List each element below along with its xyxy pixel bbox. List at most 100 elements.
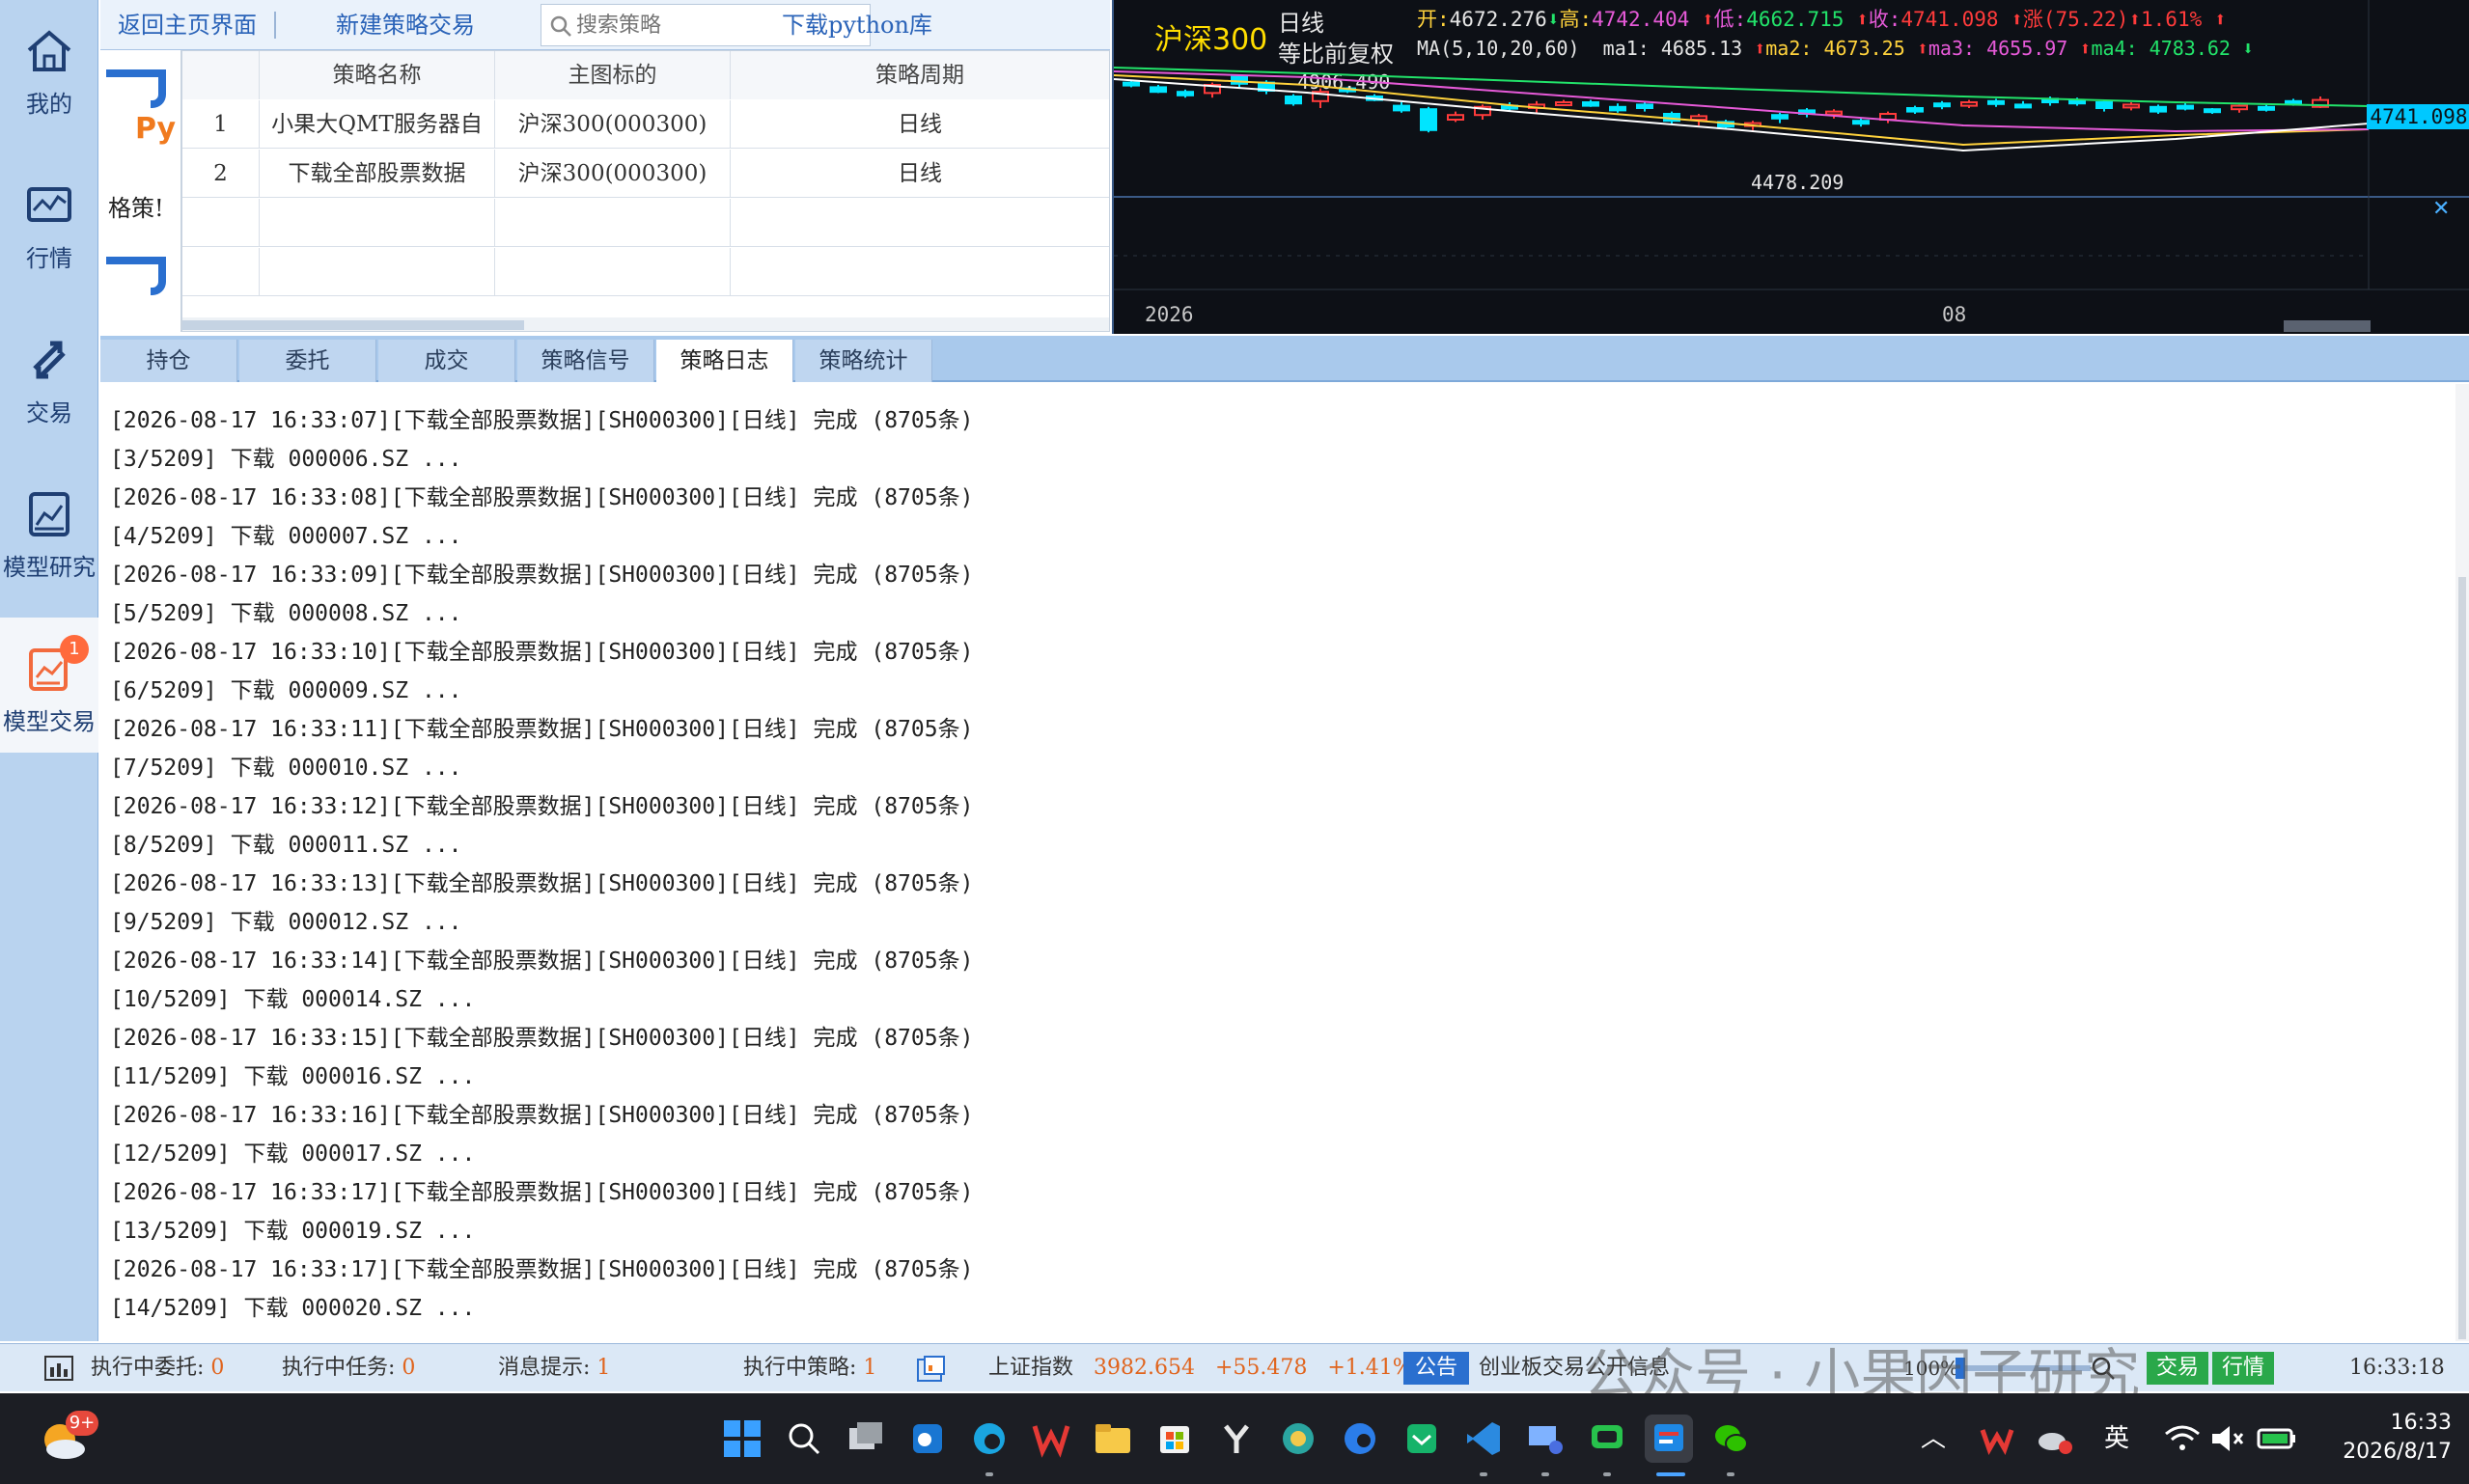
tab-positions[interactable]: 持仓	[100, 340, 237, 382]
table-row[interactable]: 2 下载全部股票数据 沪深300(000300) 日线	[182, 150, 1109, 198]
wps-icon[interactable]	[1027, 1415, 1075, 1463]
tab-strategy-stats[interactable]: 策略统计	[795, 340, 932, 382]
log-line: [2026-08-17 16:33:17][下载全部股票数据][SH000300…	[110, 1257, 974, 1282]
chart-adjust-mode[interactable]: 等比前复权	[1278, 35, 1394, 69]
candle-body	[1582, 101, 1599, 107]
tray-wps-icon[interactable]	[1973, 1415, 2021, 1463]
empty-cell	[731, 199, 1109, 247]
tab-orders[interactable]: 委托	[239, 340, 376, 382]
log-vertical-scrollbar[interactable]	[2455, 384, 2469, 1341]
quote-quick-button[interactable]: 行情	[2212, 1352, 2274, 1385]
message-hints[interactable]: 消息提示: 1	[498, 1344, 610, 1392]
candle-body	[2258, 105, 2275, 111]
weather-widget[interactable]: 9+	[39, 1411, 98, 1465]
back-home-button[interactable]: 返回主页界面	[118, 6, 257, 44]
close-icon[interactable]: ✕	[2432, 197, 2450, 221]
green-app-icon[interactable]	[1398, 1415, 1446, 1463]
start-icon[interactable]	[718, 1415, 766, 1463]
wechat-icon[interactable]	[1706, 1415, 1755, 1463]
browser-globe-icon[interactable]	[1274, 1415, 1322, 1463]
chat-app-icon[interactable]	[1583, 1415, 1631, 1463]
weather-badge: 9+	[66, 1411, 98, 1436]
pending-orders[interactable]: 执行中委托: 0	[91, 1344, 224, 1392]
volume-muted-icon[interactable]	[2203, 1415, 2251, 1463]
sidebar-item-model-research[interactable]: 模型研究	[0, 463, 98, 598]
status-chart-icon[interactable]	[44, 1356, 73, 1381]
chart-period[interactable]: 日线	[1278, 4, 1324, 38]
ime-indicator[interactable]: 英	[2104, 1418, 2129, 1454]
tab-strategy-log[interactable]: 策略日志	[656, 340, 793, 382]
sidebar-item-mine[interactable]: 我的	[0, 0, 98, 135]
candle-body	[1852, 120, 1870, 125]
row-number: 2	[182, 150, 260, 198]
trade-arrows-icon	[33, 341, 66, 379]
running-strategies-label: 执行中策略:	[743, 1356, 857, 1380]
edge-dev-icon[interactable]	[1336, 1415, 1384, 1463]
tab-deals[interactable]: 成交	[378, 340, 515, 382]
log-line: [5/5209] 下载 000008.SZ ...	[110, 601, 462, 626]
system-clock[interactable]: 16:33 2026/8/17	[2336, 1409, 2452, 1467]
ma3-value: ma3: 4655.97	[1928, 37, 2068, 60]
candle-body	[1123, 81, 1140, 87]
log-line: [7/5209] 下载 000010.SZ ...	[110, 756, 462, 781]
up-arrow-icon: ⬆	[1754, 37, 1766, 60]
chart-scroll-thumb[interactable]	[2284, 320, 2371, 332]
qmt-app-icon[interactable]	[1645, 1415, 1693, 1463]
python-strategy-card[interactable]: Py	[106, 56, 180, 146]
vscode-icon[interactable]	[1459, 1415, 1508, 1463]
wifi-icon[interactable]	[2158, 1415, 2206, 1463]
store-icon[interactable]	[1151, 1415, 1199, 1463]
open-label: 开:	[1417, 8, 1450, 31]
notice-badge[interactable]: 公告	[1403, 1352, 1469, 1385]
candle-body	[2177, 104, 2194, 110]
download-python-lib-button[interactable]: 下载python库	[782, 6, 932, 44]
outlook-icon[interactable]	[903, 1415, 952, 1463]
scrollbar-thumb[interactable]	[182, 320, 524, 330]
sidebar-item-model-trade[interactable]: 模型交易 1	[0, 618, 98, 753]
column-header[interactable]: 策略名称	[260, 51, 495, 99]
log-line: [2026-08-17 16:33:14][下载全部股票数据][SH000300…	[110, 948, 974, 974]
tab-signals[interactable]: 策略信号	[517, 340, 654, 382]
running-indicator	[1603, 1472, 1611, 1476]
remote-desktop-icon[interactable]	[1521, 1415, 1569, 1463]
x-axis-label: 2026	[1145, 303, 1194, 326]
table-header: 策略名称 主图标的 策略周期	[182, 51, 1109, 99]
running-strategies[interactable]: 执行中策略: 1	[743, 1344, 876, 1392]
home-icon	[27, 30, 71, 71]
strategy-log-panel[interactable]: [2026-08-17 16:33:07][下载全部股票数据][SH000300…	[100, 384, 2455, 1341]
tray-overflow-chevron-icon[interactable]: ︿	[1921, 1418, 1946, 1454]
python-strategy-card[interactable]	[106, 243, 180, 330]
battery-icon[interactable]	[2253, 1415, 2301, 1463]
candle-body	[2204, 108, 2221, 114]
trade-quick-button[interactable]: 交易	[2147, 1352, 2208, 1385]
log-line: [2026-08-17 16:33:17][下载全部股票数据][SH000300…	[110, 1180, 974, 1205]
sidebar-item-quotes[interactable]: 行情	[0, 154, 98, 289]
strategy-monitor-icon[interactable]	[917, 1356, 946, 1383]
sidebar-item-label: 模型交易	[3, 708, 96, 735]
column-header[interactable]: 策略周期	[731, 51, 1109, 99]
tray-onedrive-icon[interactable]	[2031, 1415, 2079, 1463]
candle-body	[1420, 108, 1437, 131]
taskbar-search-icon[interactable]	[780, 1415, 828, 1463]
open-value: 4672.276	[1449, 8, 1547, 31]
column-header[interactable]: 主图标的	[495, 51, 731, 99]
file-explorer-icon[interactable]	[1089, 1415, 1137, 1463]
table-row[interactable]: 1 小果大QMT服务器自 沪深300(000300) 日线	[182, 100, 1109, 149]
candle-body	[1771, 114, 1789, 120]
pending-tasks[interactable]: 执行中任务: 0	[282, 1344, 415, 1392]
app-y-icon[interactable]	[1212, 1415, 1261, 1463]
index-quote[interactable]: 上证指数 3982.654 +55.478 +1.41%	[988, 1344, 1413, 1392]
sidebar-item-trade[interactable]: 交易	[0, 309, 98, 444]
empty-cell	[731, 248, 1109, 296]
chart-quote-line: 开:4672.276⬇高:4742.404 ⬆低:4662.715 ⬆收:474…	[1417, 4, 2227, 33]
table-horizontal-scrollbar[interactable]	[182, 317, 1109, 331]
edge-icon[interactable]	[965, 1415, 1013, 1463]
running-indicator	[1541, 1472, 1549, 1476]
scrollbar-thumb[interactable]	[2458, 577, 2466, 1339]
new-strategy-button[interactable]: 新建策略交易	[336, 6, 475, 44]
log-line: [13/5209] 下载 000019.SZ ...	[110, 1219, 476, 1244]
chart-symbol-title: 沪深300	[1154, 23, 1268, 57]
kline-chart[interactable]: 4906.490 4478.209 沪深300 日线 等比前复权 开:4672.2…	[1112, 0, 2469, 334]
task-view-icon[interactable]	[842, 1415, 890, 1463]
candle-body	[2014, 103, 2032, 109]
